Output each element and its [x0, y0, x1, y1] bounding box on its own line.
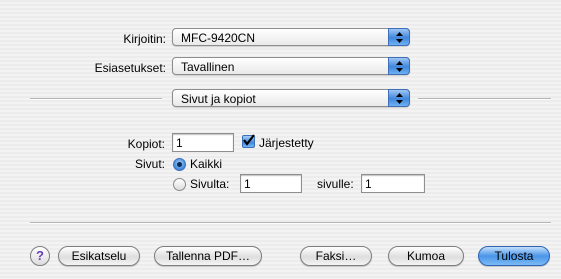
- save-pdf-button[interactable]: Tallenna PDF…: [154, 246, 262, 266]
- pages-all-radio[interactable]: [173, 158, 186, 171]
- pages-to-label: sivulle:: [317, 177, 354, 191]
- cancel-button[interactable]: Kumoa: [388, 246, 464, 266]
- collated-label: Järjestetty: [259, 136, 314, 150]
- collated-checkbox[interactable]: [242, 134, 255, 148]
- pages-to-field[interactable]: 1: [361, 174, 425, 193]
- panel-value: Sivut ja kopiot: [181, 92, 256, 106]
- popup-arrows-icon: [388, 28, 410, 46]
- separator-right: [418, 98, 551, 100]
- presets-value: Tavallinen: [181, 60, 235, 74]
- checkmark-icon: [243, 134, 255, 146]
- preview-button[interactable]: Esikatselu: [58, 246, 140, 266]
- pages-from-label: Sivulta:: [190, 177, 230, 191]
- help-button[interactable]: ?: [30, 246, 50, 266]
- printer-label: Kirjoitin:: [123, 32, 166, 46]
- panel-popup[interactable]: Sivut ja kopiot: [172, 89, 410, 107]
- printer-value: MFC-9420CN: [181, 31, 256, 45]
- pages-from-field[interactable]: 1: [240, 174, 302, 193]
- separator-bottom: [30, 222, 551, 224]
- copies-label: Kopiot:: [127, 137, 165, 151]
- copies-field[interactable]: 1: [172, 133, 234, 152]
- popup-arrows-icon: [388, 89, 410, 107]
- presets-label: Esiasetukset:: [94, 61, 166, 75]
- pages-range-radio[interactable]: [173, 178, 186, 191]
- pages-all-label: Kaikki: [190, 157, 223, 171]
- presets-popup[interactable]: Tavallinen: [172, 57, 410, 75]
- pages-label: Sivut:: [134, 157, 165, 171]
- fax-button[interactable]: Faksi…: [300, 246, 372, 266]
- separator-left: [30, 98, 162, 100]
- printer-popup[interactable]: MFC-9420CN: [172, 28, 410, 46]
- print-button[interactable]: Tulosta: [478, 246, 550, 266]
- popup-arrows-icon: [388, 57, 410, 75]
